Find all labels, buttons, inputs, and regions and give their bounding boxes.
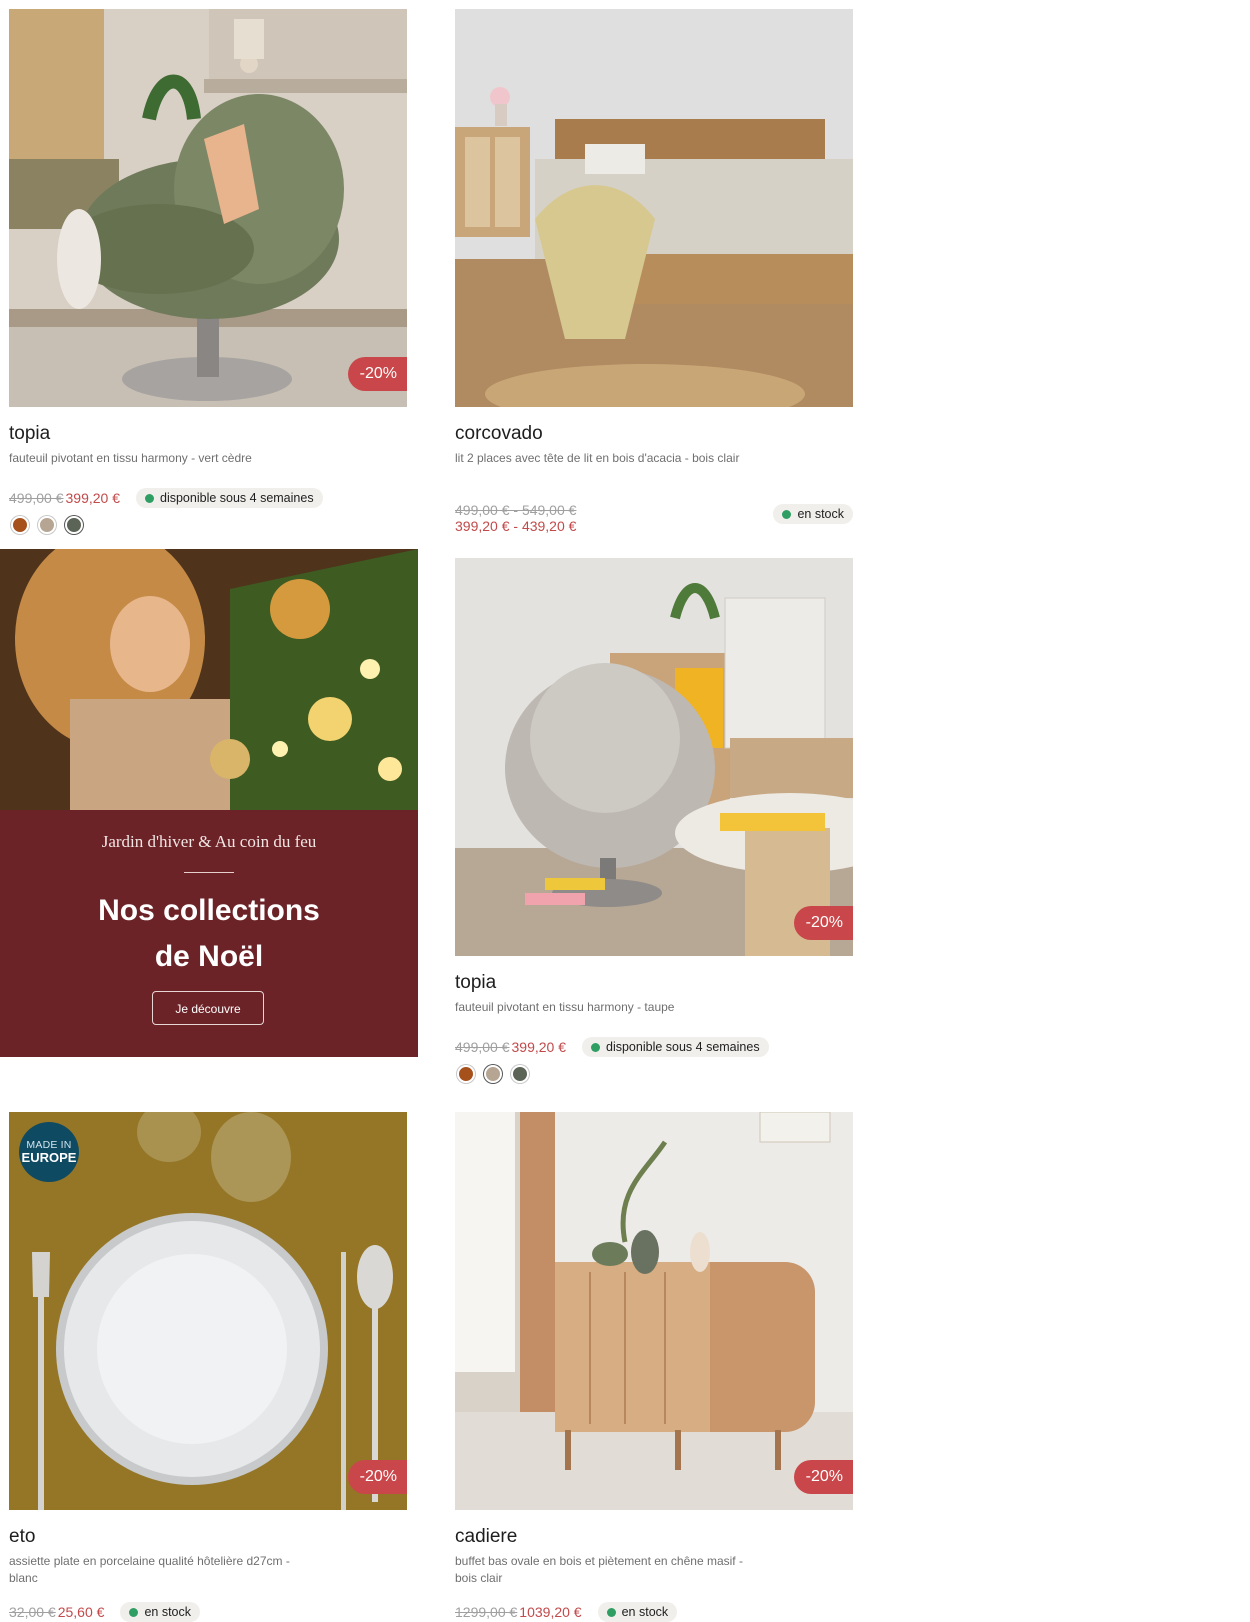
- product-image[interactable]: [455, 9, 853, 407]
- discover-button[interactable]: Je découvre: [152, 991, 264, 1025]
- product-image[interactable]: -20%: [455, 1112, 853, 1510]
- new-price: 399,20 €: [511, 1039, 567, 1055]
- color-swatch-taupe[interactable]: [484, 1065, 502, 1083]
- price-row: 32,00 € 25,60 € en stock: [9, 1602, 200, 1622]
- product-name[interactable]: corcovado: [455, 423, 543, 445]
- color-swatches: [455, 1063, 531, 1085]
- color-swatch-green[interactable]: [65, 516, 83, 534]
- product-description[interactable]: assiette plate en porcelaine qualité hôt…: [9, 1553, 299, 1587]
- new-price: 399,20 € - 439,20 €: [455, 518, 577, 534]
- color-swatches: [9, 514, 85, 536]
- promo-title-line2: de Noël: [154, 940, 264, 973]
- product-image[interactable]: -20%: [9, 9, 407, 407]
- availability-label: disponible sous 4 semaines: [160, 491, 314, 505]
- color-swatch-green[interactable]: [511, 1065, 529, 1083]
- availability-badge: en stock: [120, 1602, 200, 1622]
- product-description[interactable]: buffet bas ovale en bois et piètement en…: [455, 1553, 745, 1587]
- promo-banner[interactable]: Jardin d'hiver & Au coin du feu Nos coll…: [0, 549, 418, 1057]
- made-in-europe-badge: MADE IN EUROPE: [19, 1122, 79, 1182]
- promo-panel: Jardin d'hiver & Au coin du feu Nos coll…: [0, 810, 418, 1057]
- color-swatch-rust[interactable]: [457, 1065, 475, 1083]
- badge-line2: EUROPE: [21, 1149, 77, 1165]
- status-dot-icon: [145, 493, 154, 503]
- price-row: 1299,00 € 1039,20 € en stock: [455, 1602, 678, 1622]
- availability-badge: disponible sous 4 semaines: [136, 488, 323, 508]
- price-block: 499,00 € - 549,00 € 399,20 € - 439,20 €: [455, 502, 576, 534]
- product-name[interactable]: topia: [455, 972, 496, 994]
- discount-badge: -20%: [347, 357, 407, 391]
- price-row: 499,00 € 399,20 € disponible sous 4 sema…: [455, 1037, 769, 1057]
- availability-label: en stock: [621, 1605, 669, 1619]
- new-price: 25,60 €: [57, 1604, 105, 1620]
- new-price: 1039,20 €: [519, 1604, 582, 1620]
- product-name[interactable]: cadiere: [455, 1526, 517, 1548]
- color-swatch-rust[interactable]: [11, 516, 29, 534]
- status-dot-icon: [129, 1607, 139, 1617]
- availability-badge: en stock: [597, 1602, 678, 1622]
- product-description[interactable]: fauteuil pivotant en tissu harmony - tau…: [455, 999, 745, 1016]
- availability-badge: en stock: [773, 504, 853, 524]
- availability-badge: disponible sous 4 semaines: [582, 1037, 769, 1057]
- promo-title: Nos collections de Noël: [0, 888, 418, 980]
- product-image[interactable]: MADE IN EUROPE -20%: [9, 1112, 407, 1510]
- product-name[interactable]: eto: [9, 1526, 35, 1548]
- promo-title-line1: Nos collections: [98, 894, 320, 927]
- discount-badge: -20%: [793, 906, 853, 940]
- availability-label: en stock: [144, 1605, 191, 1619]
- discount-badge: -20%: [347, 1460, 407, 1494]
- status-dot-icon: [591, 1042, 600, 1052]
- promo-image: [0, 549, 418, 810]
- color-swatch-taupe[interactable]: [38, 516, 56, 534]
- discount-badge: -20%: [793, 1460, 853, 1494]
- price-row: 499,00 € 399,20 € disponible sous 4 sema…: [9, 488, 323, 508]
- old-price: 1299,00 €: [455, 1604, 518, 1620]
- status-dot-icon: [606, 1607, 616, 1617]
- availability-label: disponible sous 4 semaines: [606, 1040, 760, 1054]
- availability-label: en stock: [797, 507, 844, 521]
- new-price: 399,20 €: [65, 490, 121, 506]
- promo-subtitle: Jardin d'hiver & Au coin du feu: [101, 832, 317, 851]
- product-description[interactable]: lit 2 places avec tête de lit en bois d'…: [455, 450, 745, 467]
- product-image[interactable]: -20%: [455, 558, 853, 956]
- old-price: 499,00 €: [455, 1039, 510, 1055]
- product-description[interactable]: fauteuil pivotant en tissu harmony - ver…: [9, 450, 299, 467]
- promo-divider: [184, 872, 234, 873]
- product-name[interactable]: topia: [9, 423, 50, 445]
- old-price: 499,00 €: [9, 490, 64, 506]
- status-dot-icon: [782, 509, 792, 519]
- old-price: 499,00 € - 549,00 €: [455, 502, 577, 518]
- old-price: 32,00 €: [9, 1604, 56, 1620]
